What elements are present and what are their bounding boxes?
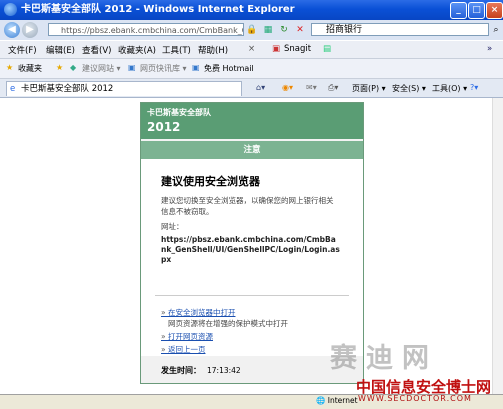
maximize-button[interactable]: □ <box>468 2 485 19</box>
favorites-star-icon: ★ <box>6 63 14 72</box>
hotmail-link[interactable]: 免费 Hotmail <box>204 63 254 74</box>
zone-label: Internet <box>327 396 358 405</box>
search-icon[interactable]: ⌕ <box>490 24 502 36</box>
open-page-link-text: 打开网页资源 <box>167 332 213 341</box>
search-text: 招商银行 <box>326 25 363 35</box>
open-page-link[interactable]: » 打开网页资源 <box>161 331 213 342</box>
print-icon[interactable]: ⎙▾ <box>328 83 338 93</box>
close-button[interactable]: × <box>486 2 503 19</box>
home-icon[interactable]: ⌂▾ <box>256 83 265 92</box>
warning-desc-line2: 信息不被窃取。 <box>161 207 214 216</box>
warning-desc-line1: 建议您切换至安全浏览器，以确保您的网上银行相关 <box>161 196 334 205</box>
url-label: 网址： <box>161 222 184 231</box>
feeds-icon[interactable]: ◉▾ <box>282 83 293 92</box>
brand-year: 2012 <box>147 120 181 134</box>
menu-overflow-icon[interactable]: » <box>487 44 492 54</box>
web-slice-gallery-link[interactable]: 网页快讯库 ▾ <box>140 63 187 74</box>
address-url-text: https://pbsz.ebank.cmbchina.com/CmbBank_… <box>61 26 244 35</box>
hotmail-icon: ▣ <box>192 63 200 72</box>
menu-edit[interactable]: 编辑(E) <box>46 44 75 56</box>
web-slice-icon: ▣ <box>128 63 136 72</box>
ie-icon <box>4 3 17 16</box>
time-label: 发生时间： <box>161 366 201 375</box>
page-icon: e <box>10 84 16 94</box>
tab-label: 卡巴斯基安全部队 2012 <box>21 84 114 94</box>
vertical-scrollbar[interactable] <box>492 98 503 394</box>
suggested-sites-icon: ◆ <box>70 63 77 72</box>
menu-tools[interactable]: 工具(T) <box>162 44 191 56</box>
brand-name: 卡巴斯基安全部队 <box>147 108 211 117</box>
watermark-ccid: 赛迪网 <box>330 343 438 374</box>
dialog-body: 建议使用安全浏览器 建议您切换至安全浏览器，以确保您的网上银行相关 信息不被窃取… <box>141 159 363 356</box>
close-icon[interactable]: × <box>248 44 255 54</box>
watermark-url: WWW.SECDOCTOR.COM <box>358 394 472 403</box>
back-button[interactable]: ◀ <box>4 22 20 38</box>
tab-bar: e 卡巴斯基安全部队 2012 ⌂▾ ◉▾ ✉▾ ⎙▾ 页面(P) ▾ 安全(S… <box>0 79 503 98</box>
suggested-sites-link[interactable]: 建议网站 ▾ <box>82 63 121 74</box>
favorites-button[interactable]: 收藏夹 <box>18 63 42 74</box>
stop-icon[interactable]: ✕ <box>294 24 306 36</box>
window-title: 卡巴斯基安全部队 2012 - Windows Internet Explore… <box>21 4 295 15</box>
menu-view[interactable]: 查看(V) <box>82 44 111 56</box>
forward-button[interactable]: ▶ <box>22 22 38 38</box>
divider <box>155 295 349 296</box>
warning-heading: 建议使用安全浏览器 <box>161 175 260 188</box>
address-input[interactable]: https://pbsz.ebank.cmbchina.com/CmbBank_… <box>48 23 244 36</box>
lock-icon[interactable]: 🔒 <box>246 24 258 36</box>
tab-kaspersky[interactable]: e 卡巴斯基安全部队 2012 <box>6 81 242 96</box>
add-favorite-icon[interactable]: ★ <box>56 63 63 72</box>
address-toolbar: ◀ ▶ https://pbsz.ebank.cmbchina.com/CmbB… <box>0 20 503 40</box>
title-bar: 卡巴斯基安全部队 2012 - Windows Internet Explore… <box>0 0 503 20</box>
time-value: 17:13:42 <box>207 366 241 375</box>
tools-menu[interactable]: 工具(O) ▾ <box>432 83 467 94</box>
compat-icon[interactable]: ▦ <box>262 24 274 36</box>
menu-favorites[interactable]: 收藏夹(A) <box>118 44 156 56</box>
go-back-link-text: 返回上一页 <box>167 345 206 354</box>
minimize-button[interactable]: _ <box>450 2 467 19</box>
menu-bar: 文件(F) 编辑(E) 查看(V) 收藏夹(A) 工具(T) 帮助(H) × ▣… <box>0 41 503 59</box>
open-safe-desc: 网页资源将在增强的保护模式中打开 <box>168 319 288 328</box>
snagit-icon[interactable]: ▣ <box>272 44 280 54</box>
menu-help[interactable]: 帮助(H) <box>198 44 228 56</box>
snagit-capture-icon[interactable]: ▤ <box>323 44 331 54</box>
refresh-icon[interactable]: ↻ <box>278 24 290 36</box>
blocked-url: https://pbsz.ebank.cmbchina.com/CmbBank_… <box>161 235 340 264</box>
dialog-header: 卡巴斯基安全部队 2012 <box>141 103 363 139</box>
search-input[interactable]: 招商银行 <box>311 23 489 36</box>
open-safe-link-text: 在安全浏览器中打开 <box>167 308 236 317</box>
snagit-button[interactable]: Snagit <box>284 44 311 54</box>
favorites-bar: ★ 收藏夹 ★ ◆ 建议网站 ▾ ▣ 网页快讯库 ▾ ▣ 免费 Hotmail <box>0 59 503 79</box>
mail-icon[interactable]: ✉▾ <box>306 83 317 92</box>
safety-menu[interactable]: 安全(S) ▾ <box>392 83 426 94</box>
open-in-safe-browser-link[interactable]: » 在安全浏览器中打开 <box>161 307 235 318</box>
internet-zone: 🌐 Internet <box>316 396 358 405</box>
menu-file[interactable]: 文件(F) <box>8 44 37 56</box>
help-icon[interactable]: ?▾ <box>470 83 478 92</box>
notice-bar: 注意 <box>141 141 363 159</box>
go-back-link[interactable]: » 返回上一页 <box>161 344 205 355</box>
page-menu[interactable]: 页面(P) ▾ <box>352 83 386 94</box>
